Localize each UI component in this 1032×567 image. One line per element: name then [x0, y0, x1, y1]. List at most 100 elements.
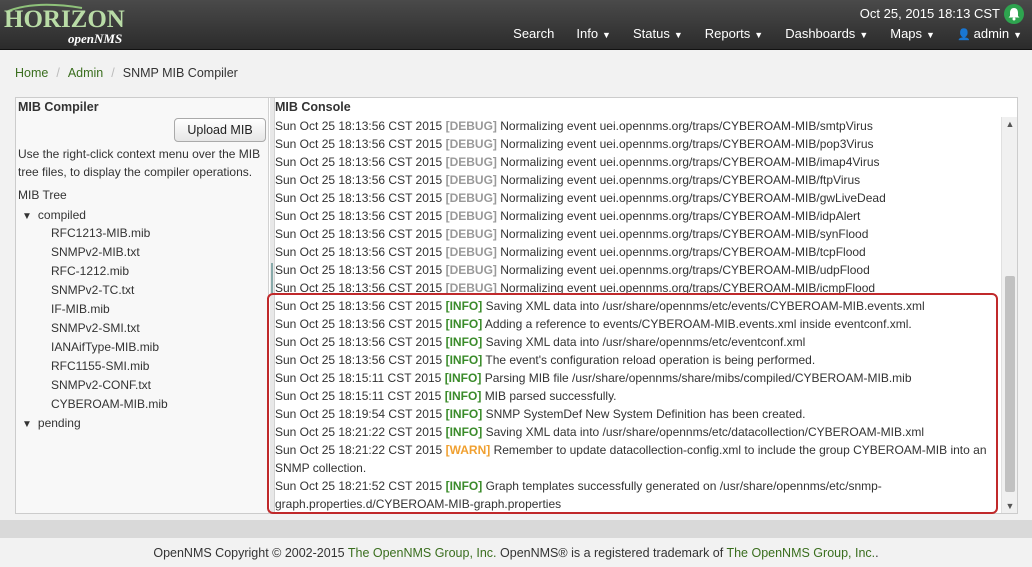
log-line: Sun Oct 25 18:13:56 CST 2015 [DEBUG] Nor…	[275, 153, 1017, 171]
nav-item-label: Status	[632, 26, 670, 41]
mib-tree-file[interactable]: RFC1155-SMI.mib	[22, 357, 262, 376]
opennms-horizon-logo[interactable]: HORIZON openNMS	[4, 2, 144, 46]
log-timestamp: Sun Oct 25 18:19:54 CST 2015	[275, 407, 443, 421]
mib-tree-label: MIB Tree	[18, 188, 67, 202]
breadcrumb-admin-link[interactable]: Admin	[68, 66, 103, 80]
log-timestamp: Sun Oct 25 18:13:56 CST 2015	[275, 227, 443, 241]
log-message: Normalizing event uei.opennms.org/traps/…	[500, 227, 869, 241]
mib-tree-file[interactable]: SNMPv2-TC.txt	[22, 281, 262, 300]
mib-console-log[interactable]: Sun Oct 25 18:13:56 CST 2015 [DEBUG] Nor…	[275, 117, 1017, 513]
scrollbar-thumb[interactable]	[1005, 276, 1015, 492]
tree-folder-pending[interactable]: ▼ pending	[22, 414, 262, 432]
mib-tree-file[interactable]: IF-MIB.mib	[22, 300, 262, 319]
nav-item-info[interactable]: Info ▼	[576, 26, 611, 41]
mib-tree-file[interactable]: IANAifType-MIB.mib	[22, 338, 262, 357]
log-message: MIB parsed successfully.	[484, 389, 617, 403]
log-level-badge: [DEBUG]	[445, 173, 497, 187]
log-level-badge: [DEBUG]	[445, 245, 497, 259]
log-line: Sun Oct 25 18:19:54 CST 2015 [INFO] SNMP…	[275, 405, 1017, 423]
log-line: Sun Oct 25 18:13:56 CST 2015 [INFO] Addi…	[275, 315, 1017, 333]
log-message: Normalizing event uei.opennms.org/traps/…	[500, 119, 873, 133]
breadcrumb-home-link[interactable]: Home	[15, 66, 48, 80]
logo-opennms-text: openNMS	[68, 31, 123, 46]
nav-item-search[interactable]: Search	[513, 26, 554, 41]
log-timestamp: Sun Oct 25 18:13:56 CST 2015	[275, 245, 443, 259]
mib-compiler-container: MIB Compiler Upload MIB Use the right-cl…	[15, 97, 1018, 514]
main-nav: Search Info ▼ Status ▼ Reports ▼ Dashboards ▼ Map…	[491, 26, 1022, 41]
user-icon: 👤	[956, 29, 971, 41]
log-message: The event's configuration reload operati…	[485, 353, 816, 367]
log-level-badge: [INFO]	[445, 425, 483, 439]
caret-down-icon: ▼	[754, 30, 764, 40]
log-line: Sun Oct 25 18:13:56 CST 2015 [DEBUG] Nor…	[275, 171, 1017, 189]
log-message: Normalizing event uei.opennms.org/traps/…	[500, 209, 861, 223]
bell-icon[interactable]	[1004, 4, 1024, 24]
log-timestamp: Sun Oct 25 18:13:56 CST 2015	[275, 299, 443, 313]
log-line: Sun Oct 25 18:13:56 CST 2015 [INFO] The …	[275, 351, 1017, 369]
log-level-badge: [DEBUG]	[445, 137, 497, 151]
footer-opennms-group-link[interactable]: The OpenNMS Group, Inc.	[348, 546, 497, 560]
mib-tree-file[interactable]: SNMPv2-SMI.txt	[22, 319, 262, 338]
log-line: Sun Oct 25 18:15:11 CST 2015 [INFO] Pars…	[275, 369, 1017, 387]
log-timestamp: Sun Oct 25 18:21:22 CST 2015	[275, 425, 443, 439]
log-line: Sun Oct 25 18:13:56 CST 2015 [DEBUG] Nor…	[275, 189, 1017, 207]
breadcrumb-current: SNMP MIB Compiler	[122, 66, 238, 80]
mib-tree-file[interactable]: CYBEROAM-MIB.mib	[22, 395, 262, 414]
mib-tree-file[interactable]: RFC-1212.mib	[22, 262, 262, 281]
nav-item-reports[interactable]: Reports ▼	[705, 26, 763, 41]
log-message: SNMP SystemDef New System Definition has…	[485, 407, 806, 421]
scroll-up-arrow-icon[interactable]: ▲	[1005, 119, 1015, 129]
caret-down-icon: ▼	[1013, 30, 1022, 40]
nav-item-label: Maps	[890, 26, 923, 41]
tree-folder-compiled[interactable]: ▼ compiled	[22, 206, 262, 224]
tree-folder-label: pending	[37, 416, 81, 430]
upload-mib-button[interactable]: Upload MIB	[174, 118, 266, 142]
log-line: Sun Oct 25 18:13:56 CST 2015 [DEBUG] Nor…	[275, 243, 1017, 261]
footer-copyright: OpenNMS Copyright © 2002-2015	[153, 546, 345, 560]
nav-item-admin[interactable]: 👤 admin ▼	[957, 26, 1022, 41]
footer-divider	[0, 520, 1032, 538]
log-timestamp: Sun Oct 25 18:13:56 CST 2015	[275, 317, 443, 331]
log-message: Adding a reference to events/CYBEROAM-MI…	[484, 317, 912, 331]
expand-triangle-icon[interactable]: ▼	[22, 211, 32, 222]
log-lines: Sun Oct 25 18:13:56 CST 2015 [DEBUG] Nor…	[275, 117, 1017, 513]
log-message: Saving XML data into /usr/share/opennms/…	[485, 299, 925, 313]
log-level-badge: [DEBUG]	[445, 191, 497, 205]
log-line: Sun Oct 25 18:13:56 CST 2015 [DEBUG] Nor…	[275, 135, 1017, 153]
mib-tree-file[interactable]: RFC1213-MIB.mib	[22, 224, 262, 243]
mib-tree-file[interactable]: SNMPv2-MIB.txt	[22, 243, 262, 262]
log-level-badge: [INFO]	[445, 407, 483, 421]
log-level-badge: [DEBUG]	[445, 227, 497, 241]
splitter-handle[interactable]	[271, 263, 273, 293]
caret-down-icon: ▼	[673, 30, 683, 40]
log-level-badge: [DEBUG]	[445, 119, 497, 133]
log-level-badge: [INFO]	[444, 371, 482, 385]
log-timestamp: Sun Oct 25 18:13:56 CST 2015	[275, 281, 443, 295]
scroll-down-arrow-icon[interactable]: ▼	[1005, 501, 1015, 511]
log-level-badge: [DEBUG]	[445, 155, 497, 169]
mib-console-title: MIB Console	[275, 100, 351, 114]
log-line: Sun Oct 25 18:13:56 CST 2015 [DEBUG] Nor…	[275, 225, 1017, 243]
log-timestamp: Sun Oct 25 18:13:56 CST 2015	[275, 137, 443, 151]
log-level-badge: [INFO]	[445, 479, 483, 493]
log-timestamp: Sun Oct 25 18:13:56 CST 2015	[275, 119, 443, 133]
mib-tree-file[interactable]: SNMPv2-CONF.txt	[22, 376, 262, 395]
log-level-badge: [INFO]	[445, 353, 483, 367]
log-line: Sun Oct 25 18:21:22 CST 2015 [INFO] Savi…	[275, 423, 1017, 441]
mib-instructions: Use the right-click context menu over th…	[18, 147, 261, 179]
breadcrumb-separator: /	[56, 66, 60, 80]
nav-item-label: admin	[973, 26, 1010, 41]
console-scrollbar[interactable]: ▲ ▼	[1001, 117, 1017, 513]
log-line: Sun Oct 25 18:13:56 CST 2015 [DEBUG] Nor…	[275, 279, 1017, 297]
log-message: Normalizing event uei.opennms.org/traps/…	[500, 281, 876, 295]
nav-item-status[interactable]: Status ▼	[633, 26, 683, 41]
nav-item-maps[interactable]: Maps ▼	[890, 26, 935, 41]
top-navbar: HORIZON openNMS Oct 25, 2015 18:13 CST S…	[0, 0, 1032, 50]
nav-item-dashboards[interactable]: Dashboards ▼	[785, 26, 868, 41]
footer-opennms-group-link[interactable]: The OpenNMS Group, Inc.	[726, 546, 875, 560]
expand-triangle-icon[interactable]: ▼	[22, 419, 32, 430]
nav-item-label: Dashboards	[785, 26, 856, 41]
log-timestamp: Sun Oct 25 18:13:56 CST 2015	[275, 263, 443, 277]
caret-down-icon: ▼	[926, 30, 935, 40]
mib-compiler-title: MIB Compiler	[18, 100, 99, 114]
